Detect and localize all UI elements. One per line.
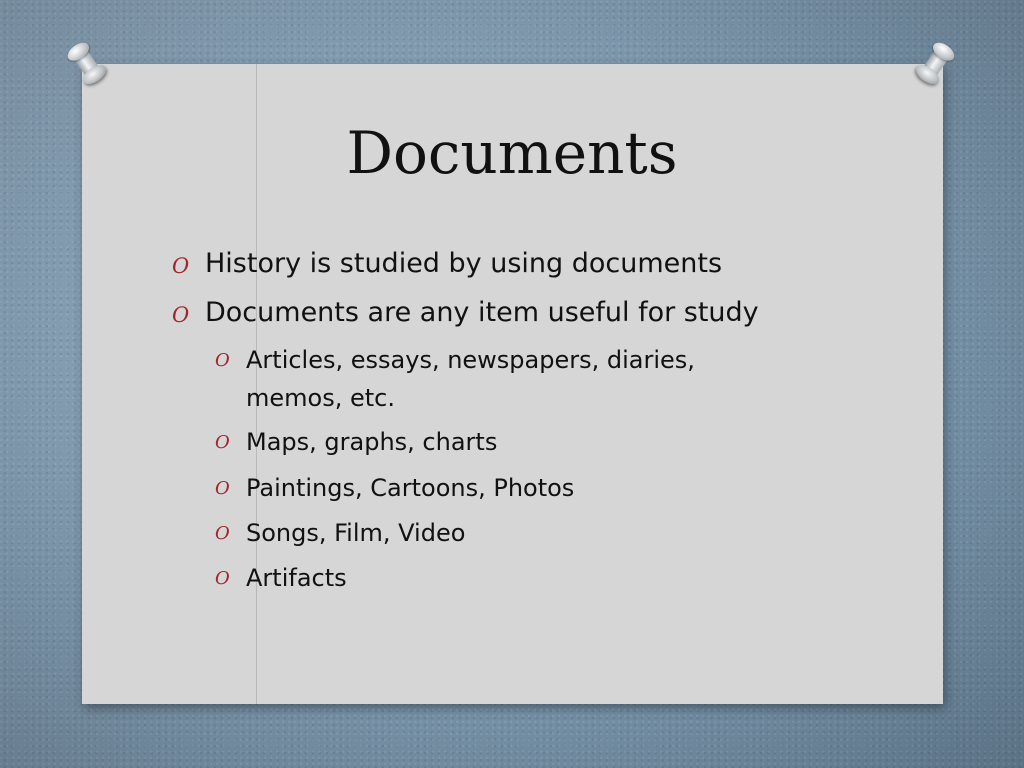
sub-bullet-marker-icon: O bbox=[215, 350, 230, 371]
sub-bullet-marker-icon: O bbox=[215, 568, 230, 589]
sub-bullet-text: Songs, Film, Video bbox=[246, 519, 466, 547]
sub-bullet-text: Paintings, Cartoons, Photos bbox=[246, 474, 575, 502]
slide-background: { "slide": { "title": "Documents", "bull… bbox=[0, 0, 1024, 768]
sub-bullet-marker-icon: O bbox=[215, 478, 230, 499]
sub-bullet-marker-icon: O bbox=[215, 523, 230, 544]
bullet-text: History is studied by using documents bbox=[205, 248, 723, 279]
sub-bullet-text: Maps, graphs, charts bbox=[246, 428, 498, 456]
bullet-text: Documents are any item useful for study bbox=[205, 297, 759, 328]
slide-title: Documents bbox=[346, 119, 678, 187]
sub-bullet-text-line1: Articles, essays, newspapers, diaries, bbox=[246, 346, 695, 374]
bullet-marker-icon: O bbox=[172, 303, 190, 327]
sub-bullet-text: Artifacts bbox=[246, 564, 347, 592]
sub-bullet-text-line2: memos, etc. bbox=[246, 384, 395, 412]
bullet-marker-icon: O bbox=[172, 254, 190, 278]
sub-bullet-marker-icon: O bbox=[215, 432, 230, 453]
